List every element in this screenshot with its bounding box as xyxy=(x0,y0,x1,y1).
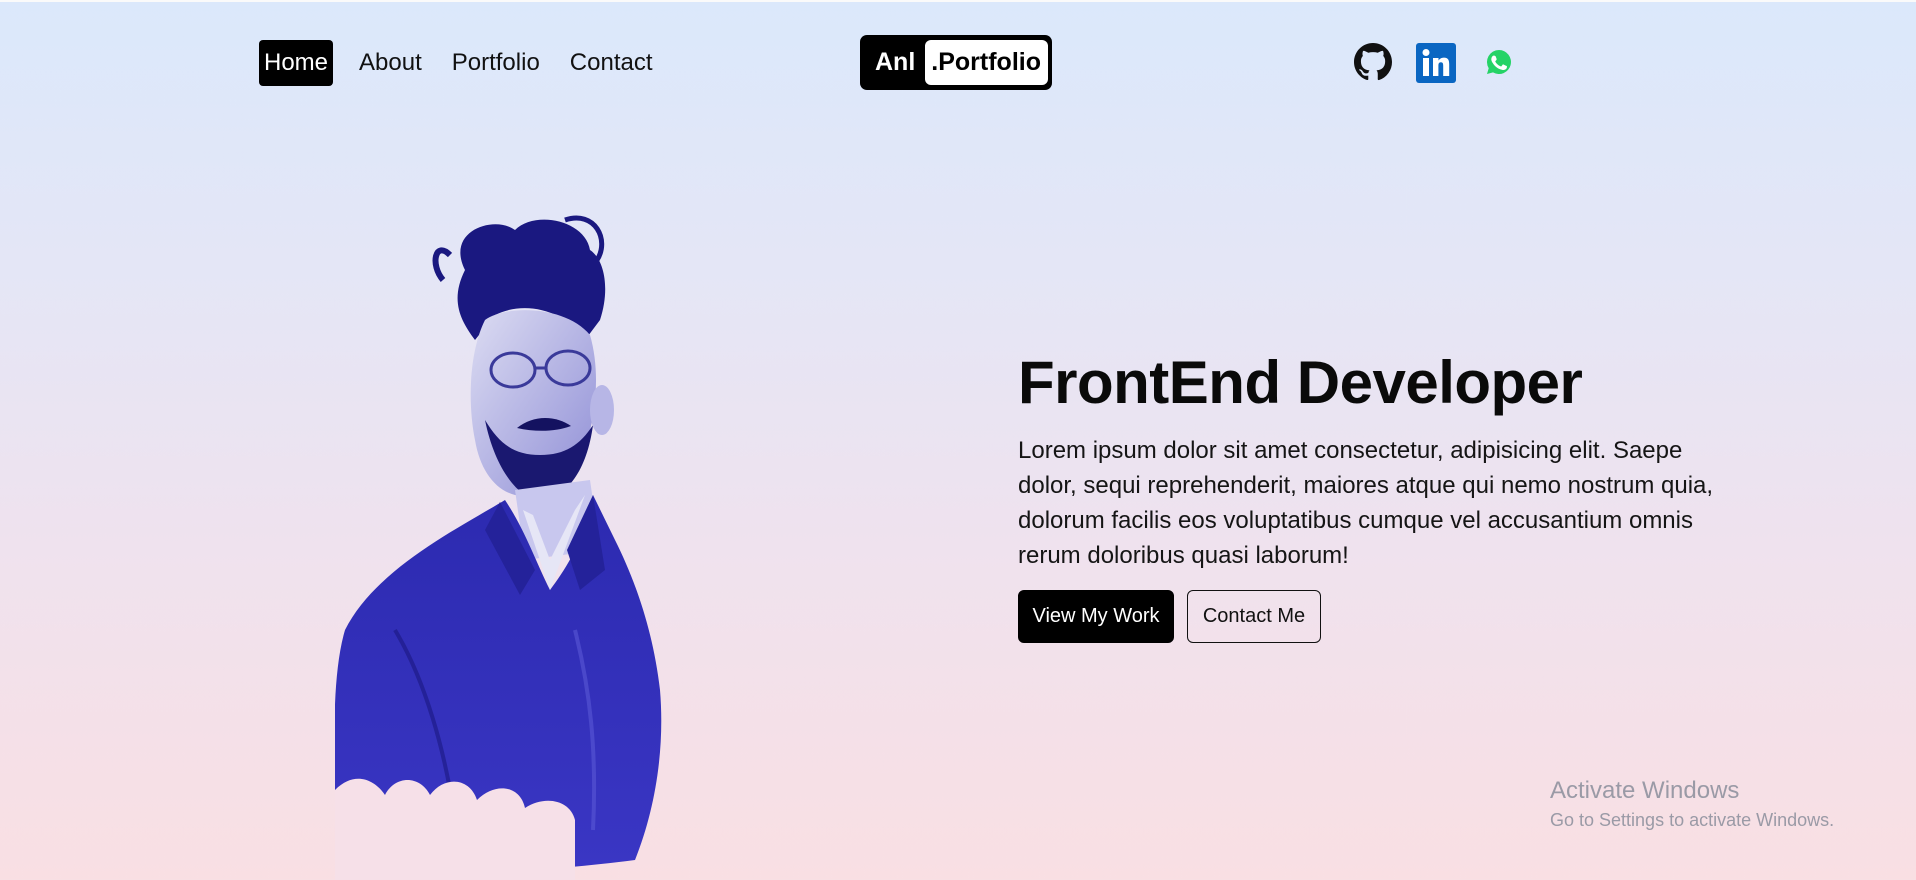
main-nav: Home About Portfolio Contact xyxy=(259,40,678,86)
top-border xyxy=(0,0,1916,2)
whatsapp-icon[interactable] xyxy=(1485,48,1513,76)
view-my-work-button[interactable]: View My Work xyxy=(1018,590,1174,643)
windows-activation-watermark: Activate Windows Go to Settings to activ… xyxy=(1550,776,1834,832)
hero-title: FrontEnd Developer xyxy=(1018,349,1583,416)
nav-link-about[interactable]: About xyxy=(354,40,427,86)
github-icon[interactable] xyxy=(1354,43,1392,81)
hero-actions: View My Work Contact Me xyxy=(1018,590,1718,643)
nav-link-portfolio[interactable]: Portfolio xyxy=(447,40,545,86)
watermark-subtitle: Go to Settings to activate Windows. xyxy=(1550,810,1835,830)
contact-me-button[interactable]: Contact Me xyxy=(1187,590,1321,643)
watermark-title: Activate Windows xyxy=(1550,777,1740,804)
site-logo[interactable]: Anl .Portfolio xyxy=(860,35,1052,90)
nav-link-contact[interactable]: Contact xyxy=(565,40,658,86)
logo-name: Anl xyxy=(875,48,916,76)
hero-description: Lorem ipsum dolor sit amet consectetur, … xyxy=(1018,437,1714,569)
hero-section: FrontEnd Developer Lorem ipsum dolor sit… xyxy=(1018,345,1718,643)
nav-link-home[interactable]: Home xyxy=(259,40,334,86)
logo-portfolio: .Portfolio xyxy=(925,40,1048,85)
linkedin-icon[interactable] xyxy=(1416,43,1456,83)
profile-portrait xyxy=(334,210,715,880)
